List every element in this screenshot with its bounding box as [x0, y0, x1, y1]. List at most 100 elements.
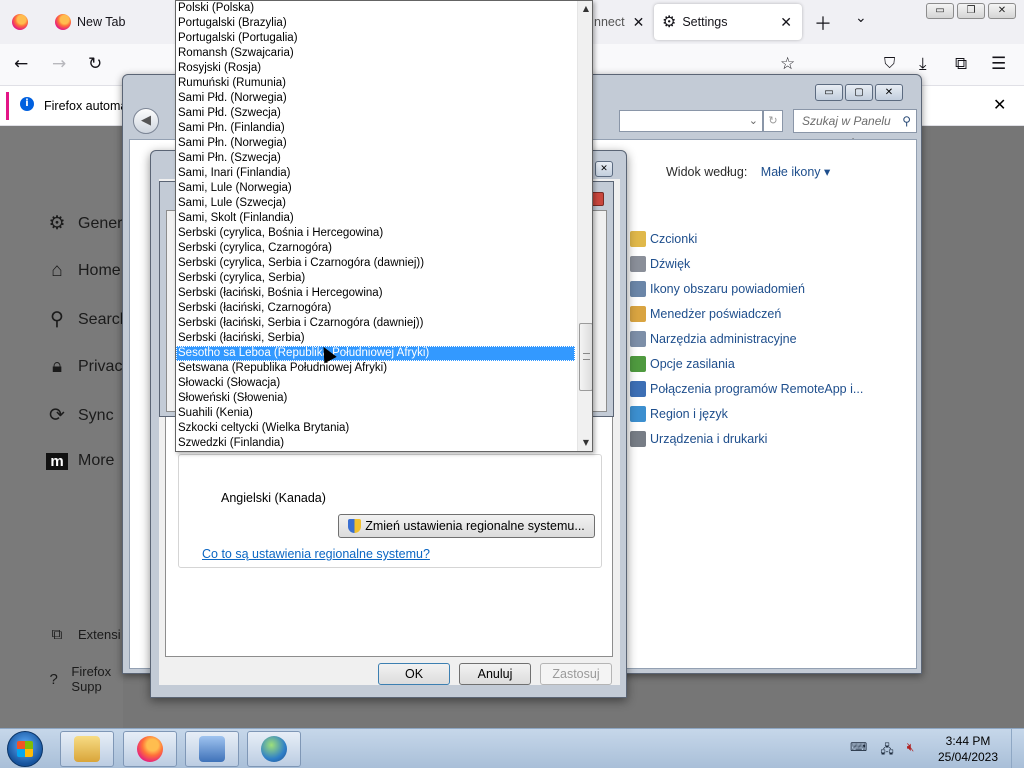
dropdown-item[interactable]: Sami, Skolt (Finlandia): [176, 211, 575, 226]
minimize-button[interactable]: ▭: [815, 84, 843, 101]
extensions-icon[interactable]: ⧉: [955, 54, 967, 74]
scroll-up-arrow-icon[interactable]: ▲: [578, 1, 592, 17]
applet-icon: [630, 380, 646, 397]
menu-icon[interactable]: ☰: [991, 54, 1006, 74]
dropdown-item[interactable]: Polski (Polska): [176, 1, 575, 16]
control-panel-item[interactable]: Region i język: [630, 401, 863, 426]
dropdown-item[interactable]: Sami Płd. (Szwecja): [176, 106, 575, 121]
refresh-icon[interactable]: ↻: [763, 110, 783, 132]
minimize-button[interactable]: ▭: [926, 3, 954, 19]
scroll-down-arrow-icon[interactable]: ▼: [578, 435, 592, 451]
taskbar-firefox[interactable]: [123, 731, 177, 767]
dropdown-item-selected[interactable]: Sesotho sa Leboa (Republika Południowej …: [176, 346, 575, 361]
dropdown-item[interactable]: Serbski (cyrylica, Bośnia i Hercegowina): [176, 226, 575, 241]
taskbar-region[interactable]: [247, 731, 301, 767]
sidebar-item-general[interactable]: ⚙ Gener: [46, 212, 122, 235]
dropdown-item[interactable]: Sami, Lule (Szwecja): [176, 196, 575, 211]
scrollbar-thumb[interactable]: [579, 323, 592, 391]
dropdown-item[interactable]: Rumuński (Rumunia): [176, 76, 575, 91]
download-icon[interactable]: ⤓: [919, 54, 927, 74]
sidebar-item-home[interactable]: ⌂ Home: [46, 260, 120, 282]
keyboard-icon[interactable]: ⌨: [850, 740, 867, 761]
reload-icon[interactable]: ↻: [88, 54, 102, 74]
dropdown-item[interactable]: Serbski (łaciński, Serbia i Czarnogóra (…: [176, 316, 575, 331]
control-panel-item[interactable]: Menedżer poświadczeń: [630, 301, 863, 326]
taskbar-explorer[interactable]: [60, 731, 114, 767]
change-system-locale-button[interactable]: Zmień ustawienia regionalne systemu...: [338, 514, 595, 538]
list-all-tabs-button[interactable]: ⌄: [855, 10, 867, 26]
sidebar-item-search[interactable]: ⚲ Search: [46, 308, 129, 331]
sidebar-item-privacy[interactable]: 🔒︎ Privac: [46, 356, 123, 378]
network-icon[interactable]: 🖧: [880, 740, 893, 761]
dropdown-item[interactable]: Serbski (łaciński, Serbia): [176, 331, 575, 346]
tab-new-tab[interactable]: New Tab: [55, 4, 125, 40]
taskbar-control-panel[interactable]: [185, 731, 239, 767]
ok-button[interactable]: OK: [378, 663, 450, 685]
dropdown-item[interactable]: Rosyjski (Rosja): [176, 61, 575, 76]
control-panel-item[interactable]: Narzędzia administracyjne: [630, 326, 863, 351]
dropdown-item[interactable]: Setswana (Republika Południowej Afryki): [176, 361, 575, 376]
dropdown-item[interactable]: Sami Płn. (Szwecja): [176, 151, 575, 166]
star-icon[interactable]: ☆: [780, 54, 795, 74]
view-by-dropdown[interactable]: Małe ikony ▾: [761, 165, 831, 179]
dropdown-item[interactable]: Serbski (cyrylica, Serbia): [176, 271, 575, 286]
dropdown-item[interactable]: Serbski (łaciński, Bośnia i Hercegowina): [176, 286, 575, 301]
tab-settings[interactable]: ⚙ Settings ✕: [654, 4, 802, 40]
address-dropdown[interactable]: ⌄: [619, 110, 763, 132]
new-tab-button[interactable]: ＋: [814, 10, 832, 36]
sidebar-item-support[interactable]: ? Firefox Supp: [46, 664, 123, 694]
dropdown-item[interactable]: Serbski (cyrylica, Serbia i Czarnogóra (…: [176, 256, 575, 271]
shield-icon: [348, 519, 362, 533]
close-window-button[interactable]: ✕: [595, 161, 613, 177]
cancel-button[interactable]: Anuluj: [459, 663, 531, 685]
forward-arrow-icon[interactable]: →: [52, 54, 66, 74]
sidebar-item-extensions[interactable]: ⧉ Extensi: [46, 626, 121, 643]
dropdown-item[interactable]: Romansh (Szwajcaria): [176, 46, 575, 61]
back-arrow-icon[interactable]: ←: [14, 54, 28, 74]
control-panel-item[interactable]: Połączenia programów RemoteApp i...: [630, 376, 863, 401]
back-arrow-icon[interactable]: ◀: [133, 108, 159, 134]
dropdown-item[interactable]: Sami Płd. (Norwegia): [176, 91, 575, 106]
clock[interactable]: 3:44 PM 25/04/2023: [930, 733, 1006, 765]
close-window-button[interactable]: ✕: [988, 3, 1016, 19]
close-icon[interactable]: ✕: [993, 95, 1006, 114]
control-panel-item[interactable]: Ikony obszaru powiadomień: [630, 276, 863, 301]
maximize-button[interactable]: ▢: [845, 84, 873, 101]
control-panel-item[interactable]: Czcionki: [630, 226, 863, 251]
dropdown-item[interactable]: Suahili (Kenia): [176, 406, 575, 421]
dropdown-item[interactable]: Portugalski (Brazylia): [176, 16, 575, 31]
pocket-icon[interactable]: ⛉: [884, 54, 895, 72]
control-panel-item[interactable]: Dźwięk: [630, 251, 863, 276]
dropdown-item[interactable]: Sami, Inari (Finlandia): [176, 166, 575, 181]
applet-icon: [630, 355, 646, 372]
dropdown-scrollbar[interactable]: ▲ ▼: [577, 1, 592, 451]
apply-button[interactable]: Zastosuj: [540, 663, 612, 685]
dropdown-item[interactable]: Szwedzki (Finlandia): [176, 436, 575, 451]
dropdown-item[interactable]: Portugalski (Portugalia): [176, 31, 575, 46]
search-input[interactable]: Szukaj w Panelu sterowania ⚲: [793, 109, 917, 150]
control-panel-item[interactable]: Opcje zasilania: [630, 351, 863, 376]
dropdown-item[interactable]: Serbski (łaciński, Czarnogóra): [176, 301, 575, 316]
maximize-button[interactable]: ❐: [957, 3, 985, 19]
speaker-muted-icon[interactable]: 🔇︎: [907, 740, 915, 761]
dropdown-item[interactable]: Szkocki celtycki (Wielka Brytania): [176, 421, 575, 436]
system-locale-help-link[interactable]: Co to są ustawienia regionalne systemu?: [202, 547, 430, 561]
start-button[interactable]: [7, 731, 43, 767]
sidebar-item-more[interactable]: m More: [46, 452, 114, 470]
dropdown-item[interactable]: Sami Płn. (Norwegia): [176, 136, 575, 151]
locale-dropdown-list[interactable]: Polski (Polska) Portugalski (Brazylia) Por…: [175, 0, 593, 452]
tab-connect[interactable]: nnect ✕: [594, 4, 644, 40]
show-desktop-button[interactable]: [1011, 729, 1024, 768]
close-icon[interactable]: ✕: [633, 14, 645, 31]
dropdown-item[interactable]: Słoweński (Słowenia): [176, 391, 575, 406]
sidebar-item-sync[interactable]: ⟳ Sync: [46, 404, 114, 427]
dropdown-item[interactable]: Sami Płn. (Finlandia): [176, 121, 575, 136]
close-window-button[interactable]: ✕: [875, 84, 903, 101]
dropdown-item[interactable]: Słowacki (Słowacja): [176, 376, 575, 391]
firefox-icon: [12, 14, 28, 30]
dropdown-item[interactable]: Sami, Lule (Norwegia): [176, 181, 575, 196]
control-panel-item[interactable]: Urządzenia i drukarki: [630, 426, 863, 451]
dropdown-item[interactable]: Serbski (cyrylica, Czarnogóra): [176, 241, 575, 256]
close-icon[interactable]: ✕: [780, 14, 792, 31]
tab-firefox-view[interactable]: [12, 4, 28, 40]
